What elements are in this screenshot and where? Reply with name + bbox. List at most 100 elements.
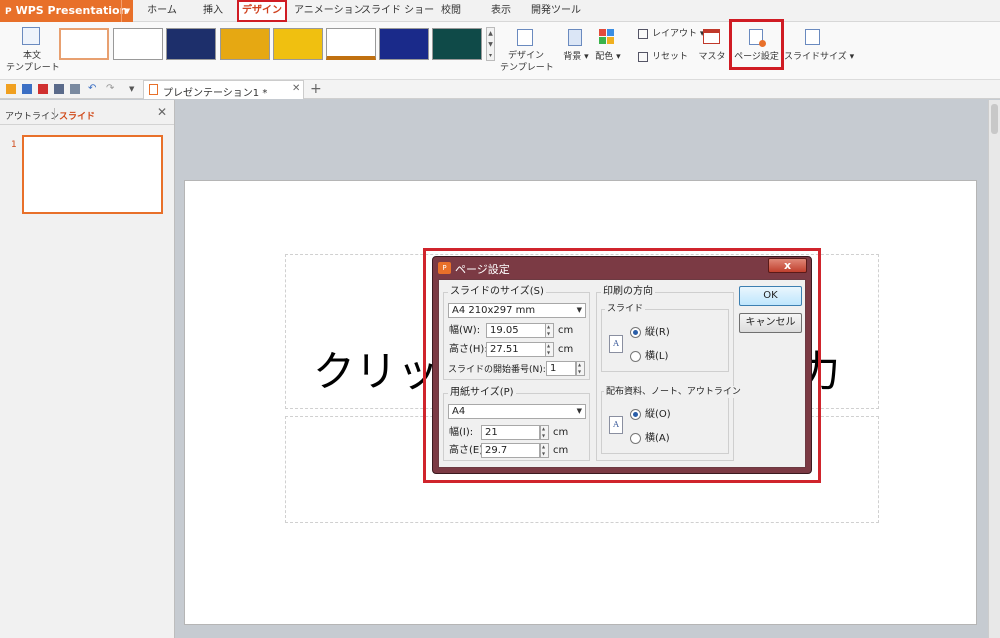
width-label: 幅(W):: [449, 325, 481, 336]
open-icon[interactable]: [6, 84, 16, 94]
print-preview-icon[interactable]: [70, 84, 80, 94]
paper-width-field[interactable]: 21: [481, 425, 540, 440]
dialog-app-icon: P: [438, 262, 451, 274]
ok-button[interactable]: OK: [739, 286, 802, 306]
document-tab[interactable]: プレゼンテーション1 * ✕: [143, 80, 304, 99]
paper-width-spinner[interactable]: [540, 425, 549, 440]
tab-divider: [54, 108, 55, 120]
width-unit: cm: [558, 325, 574, 336]
print-icon[interactable]: [54, 84, 64, 94]
customize-chevron-icon[interactable]: ▼: [129, 84, 139, 94]
dialog-title: ページ設定: [455, 263, 510, 276]
tab-view[interactable]: 表示: [486, 0, 516, 22]
width-field[interactable]: 19.05: [486, 323, 546, 338]
design-thumb-4[interactable]: [220, 28, 270, 60]
handout-landscape-label[interactable]: 横(A): [645, 433, 670, 445]
design-template-label-2[interactable]: テンプレート: [500, 63, 554, 74]
design-thumb-7[interactable]: [379, 28, 429, 60]
slide-size-button[interactable]: スライドサイズ ▾: [784, 52, 854, 63]
slide-portrait-label[interactable]: 縦(R): [645, 327, 670, 339]
design-thumb-1[interactable]: [59, 28, 109, 60]
slide-panel: アウトライン スライド ✕ 1: [0, 100, 175, 638]
slide-landscape-label[interactable]: 横(L): [645, 351, 668, 363]
page-setup-icon[interactable]: [749, 29, 766, 47]
height-field[interactable]: 27.51: [486, 342, 546, 357]
template-label-1[interactable]: 本文: [6, 51, 58, 62]
handout-orientation-label: 配布資料、ノート、アウトライン: [604, 386, 743, 398]
color-scheme-icon[interactable]: [599, 29, 615, 45]
tab-slideshow[interactable]: スライド ショー: [361, 0, 434, 22]
vertical-scrollbar[interactable]: [988, 100, 1000, 638]
design-thumb-8[interactable]: [432, 28, 482, 60]
design-template-icon[interactable]: [517, 29, 533, 46]
tab-review[interactable]: 校閲: [436, 0, 466, 22]
undo-icon[interactable]: ↶: [88, 84, 98, 94]
app-name: WPS Presentation: [15, 4, 128, 17]
template-icon[interactable]: [22, 27, 40, 45]
chevron-down-icon[interactable]: ▼: [121, 0, 133, 22]
dialog-close-button[interactable]: x: [768, 258, 807, 273]
presentation-file-icon: [149, 84, 158, 95]
portrait-document-icon: A: [609, 416, 623, 434]
template-label-2[interactable]: テンプレート: [6, 63, 60, 74]
handout-portrait-radio[interactable]: [630, 409, 641, 420]
app-menu-button[interactable]: P WPS Presentation ▼: [0, 0, 133, 22]
document-title: プレゼンテーション1 *: [163, 88, 268, 99]
slide-title-left: クリッ: [313, 347, 440, 396]
redo-icon[interactable]: ↷: [106, 84, 116, 94]
slide-portrait-radio[interactable]: [630, 327, 641, 338]
tab-animation[interactable]: アニメーション: [294, 0, 364, 22]
tab-slide[interactable]: スライド: [59, 109, 95, 122]
handout-landscape-radio[interactable]: [630, 433, 641, 444]
tab-outline[interactable]: アウトライン: [5, 109, 59, 122]
width-spinner[interactable]: [545, 323, 554, 338]
height-spinner[interactable]: [545, 342, 554, 357]
chevron-down-icon: ▼: [576, 306, 582, 314]
background-button[interactable]: 背景 ▾: [561, 52, 591, 63]
reset-button[interactable]: リセット: [652, 52, 688, 63]
layout-button[interactable]: レイアウト ▾: [652, 29, 704, 40]
close-tab-icon[interactable]: ✕: [292, 83, 300, 94]
handout-portrait-label[interactable]: 縦(O): [645, 409, 671, 421]
layout-icon[interactable]: [638, 29, 648, 39]
reset-icon[interactable]: [638, 52, 648, 62]
paper-height-spinner[interactable]: [540, 443, 549, 458]
master-button[interactable]: マスタ: [697, 52, 727, 63]
slide-size-select[interactable]: A4 210x297 mm ▼: [448, 303, 586, 318]
paper-size-label: 用紙サイズ(P): [448, 387, 516, 399]
start-number-field[interactable]: 1: [546, 361, 576, 376]
design-template-label-1[interactable]: デザイン: [500, 51, 552, 62]
paper-height-field[interactable]: 29.7: [481, 443, 540, 458]
design-thumb-3[interactable]: [166, 28, 216, 60]
height-label: 高さ(H):: [449, 344, 488, 355]
close-panel-icon[interactable]: ✕: [157, 105, 167, 119]
slide-orientation-label: スライド: [605, 303, 646, 315]
background-icon[interactable]: [568, 29, 582, 46]
portrait-document-icon: A: [609, 335, 623, 353]
gallery-scroll[interactable]: ▲ ▼ ▾: [486, 27, 495, 61]
color-scheme-button[interactable]: 配色 ▾: [593, 52, 623, 63]
design-thumb-2[interactable]: [113, 28, 163, 60]
slide-thumbnail[interactable]: [22, 135, 163, 214]
save-icon[interactable]: [22, 84, 32, 94]
export-pdf-icon[interactable]: [38, 84, 48, 94]
new-tab-icon[interactable]: +: [310, 80, 322, 98]
paper-size-select[interactable]: A4 ▼: [448, 404, 586, 419]
slide-size-icon[interactable]: [805, 29, 820, 45]
tab-insert[interactable]: 挿入: [196, 0, 230, 22]
cancel-button[interactable]: キャンセル: [739, 313, 802, 333]
master-icon[interactable]: [703, 29, 720, 44]
scrollbar-thumb[interactable]: [991, 104, 998, 134]
paper-height-unit: cm: [553, 445, 569, 456]
tab-developer[interactable]: 開発ツール: [530, 0, 582, 22]
design-thumb-6[interactable]: [326, 28, 376, 60]
design-thumb-5[interactable]: [273, 28, 323, 60]
page-setup-button[interactable]: ページ設定: [733, 52, 780, 63]
start-number-label: スライドの開始番号(N):: [448, 365, 546, 375]
slide-landscape-radio[interactable]: [630, 351, 641, 362]
slide-number: 1: [11, 140, 17, 150]
start-number-spinner[interactable]: [576, 361, 585, 376]
tab-home[interactable]: ホーム: [140, 0, 184, 22]
paper-height-label: 高さ(E): [449, 445, 484, 456]
tab-design[interactable]: デザイン: [237, 0, 287, 22]
